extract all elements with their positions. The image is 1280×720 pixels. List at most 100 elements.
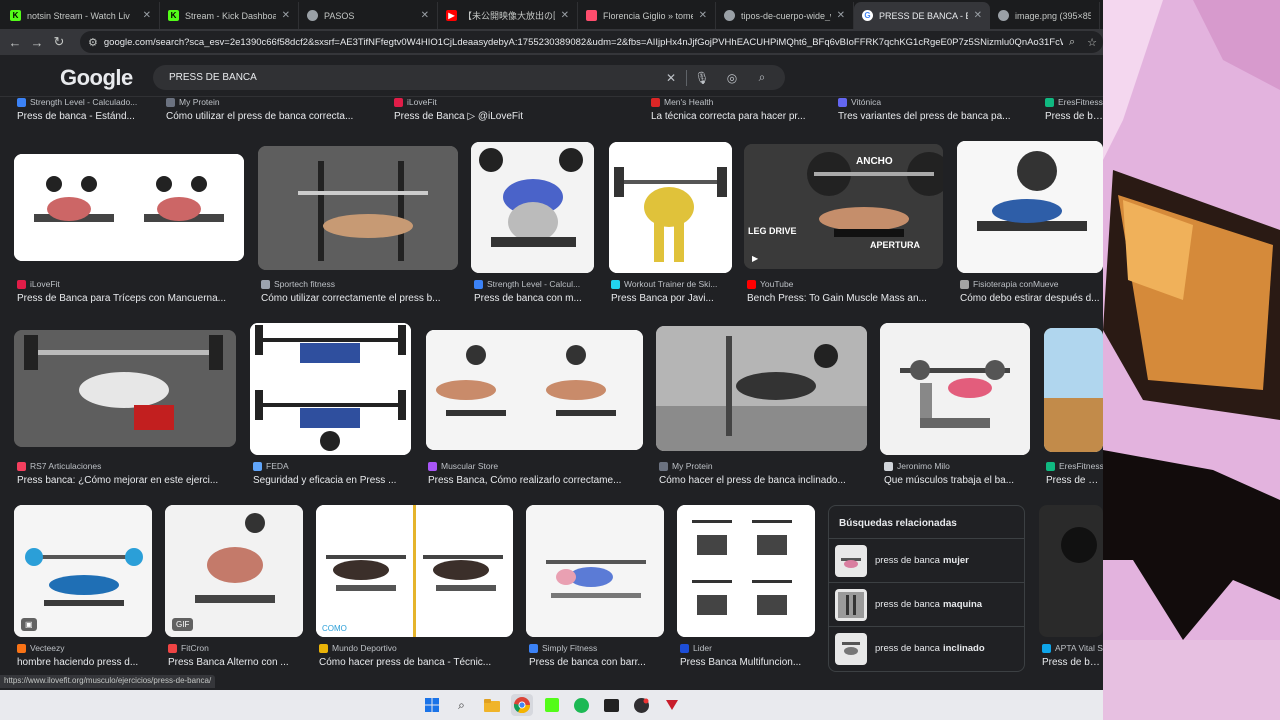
favicon-icon <box>651 97 660 107</box>
search-input[interactable]: PRESS DE BANCA <box>169 72 656 83</box>
result-image[interactable] <box>677 505 815 637</box>
google-logo[interactable]: Google <box>60 65 133 91</box>
google-header: Google PRESS DE BANCA ✕ 🎙 ◎ ⌕ <box>0 55 1103 97</box>
lens-icon[interactable]: ◎ <box>717 71 747 85</box>
status-url: https://www.ilovefit.org/musculo/ejercic… <box>0 675 216 688</box>
tab-kick-dashboard[interactable]: K Stream - Kick Dashboard ✕ <box>160 2 299 29</box>
result-caption[interactable]: Strength Level - Calcul... Press de banca… <box>474 279 596 304</box>
search-icon[interactable]: ⌕ <box>747 70 777 85</box>
result-caption[interactable]: Mundo Deportivo Cómo hacer press de banca… <box>319 643 513 668</box>
result-caption[interactable]: Vecteezy hombre haciendo press d... <box>17 643 152 668</box>
result-image[interactable] <box>526 505 664 637</box>
reload-icon[interactable]: ↻ <box>48 34 70 50</box>
result-caption[interactable]: My Protein Cómo hacer el press de banca i… <box>659 461 867 486</box>
related-search-maquina[interactable]: press de banca maquina <box>829 582 1024 626</box>
result-image[interactable]: ANCHO LEG DRIVE APERTURA ▶ <box>744 144 943 269</box>
favicon-icon <box>838 97 847 107</box>
microphone-icon[interactable]: 🎙 <box>687 71 717 85</box>
tab-florencia[interactable]: Florencia Giglio » tomeor✕ <box>578 2 716 29</box>
result-image[interactable] <box>880 323 1030 455</box>
result-caption[interactable]: EresFitness Press de ba... <box>1045 97 1103 122</box>
result-image[interactable] <box>250 323 411 455</box>
result-image[interactable] <box>471 142 594 273</box>
file-explorer-icon[interactable] <box>481 694 503 716</box>
zoom-icon[interactable]: ⌕ <box>1069 36 1075 49</box>
close-icon[interactable]: ✕ <box>421 10 429 21</box>
result-caption[interactable]: iLoveFit Press de Banca para Tríceps con … <box>17 279 247 304</box>
tab-image-png[interactable]: image.png (395×855) <box>990 2 1100 29</box>
result-image[interactable]: GIF <box>165 505 303 637</box>
result-image[interactable]: ▣ <box>14 505 152 637</box>
result-image[interactable] <box>957 141 1103 273</box>
favicon-icon <box>166 97 175 107</box>
result-image[interactable] <box>426 330 643 450</box>
close-icon[interactable]: ✕ <box>837 10 845 21</box>
search-box[interactable]: PRESS DE BANCA ✕ 🎙 ◎ ⌕ <box>153 65 785 90</box>
clear-icon[interactable]: ✕ <box>656 71 686 85</box>
result-caption[interactable]: FEDA Seguridad y eficacia en Press ... <box>253 461 411 486</box>
favicon-icon <box>884 461 893 471</box>
result-image[interactable] <box>258 146 458 270</box>
close-icon[interactable]: ✕ <box>699 10 707 21</box>
result-caption[interactable]: Jeronimo Milo Que músculos trabaja el ba.… <box>884 461 1030 486</box>
result-caption[interactable]: iLoveFit Press de Banca ▷ @iLoveFit <box>394 97 639 122</box>
tab-tipos-cuerpo[interactable]: tipos-de-cuerpo-wide_wo✕ <box>716 2 854 29</box>
image-label-apertura: APERTURA <box>870 240 921 250</box>
favicon-icon <box>474 279 483 289</box>
close-icon[interactable]: ✕ <box>561 10 569 21</box>
result-caption[interactable]: Fisioterapia conMueve Cómo debo estirar d… <box>960 279 1103 304</box>
favicon-icon <box>960 279 969 289</box>
tab-press-de-banca[interactable]: GPRESS DE BANCA - Buscar✕ <box>854 2 990 29</box>
related-search-inclinado[interactable]: press de banca inclinado <box>829 626 1024 670</box>
favicon-icon <box>529 643 538 653</box>
result-image[interactable] <box>1044 328 1103 452</box>
favicon-icon <box>680 643 689 653</box>
terminal-icon[interactable] <box>601 694 623 716</box>
tab-pasos[interactable]: PASOS ✕ <box>299 2 438 29</box>
kick-icon[interactable] <box>541 694 563 716</box>
favicon-icon <box>747 279 756 289</box>
result-image[interactable] <box>1039 505 1103 637</box>
result-caption[interactable]: Vitónica Tres variantes del press de banc… <box>838 97 1033 122</box>
favicon-icon <box>428 461 437 471</box>
close-icon[interactable]: ✕ <box>143 10 151 21</box>
result-caption[interactable]: Men's Health La técnica correcta para hac… <box>651 97 826 122</box>
site-settings-icon[interactable]: ⚙ <box>88 36 98 49</box>
bookmark-star-icon[interactable]: ☆ <box>1087 36 1097 49</box>
forward-arrow-icon[interactable]: → <box>26 35 48 50</box>
result-caption[interactable]: APTA Vital S...Press de ban... <box>1042 643 1103 668</box>
google-icon: G <box>862 10 873 21</box>
result-image[interactable] <box>656 326 867 451</box>
app-icon[interactable] <box>661 694 683 716</box>
result-image[interactable]: COMO <box>316 505 513 637</box>
result-caption[interactable]: Sportech fitness Cómo utilizar correctame… <box>261 279 457 304</box>
obs-icon[interactable] <box>631 694 653 716</box>
gif-badge: GIF <box>172 618 194 631</box>
result-caption[interactable]: FitCron Press Banca Alterno con ... <box>168 643 303 668</box>
close-icon[interactable]: ✕ <box>282 10 290 21</box>
windows-start-icon[interactable] <box>421 694 443 716</box>
result-caption[interactable]: Strength Level - Calculado... Press de ba… <box>17 97 157 122</box>
taskbar: ⌕ <box>0 690 1103 720</box>
result-caption[interactable]: RS7 Articulaciones Press banca: ¿Cómo mej… <box>17 461 235 486</box>
back-arrow-icon[interactable]: ← <box>4 35 26 50</box>
search-icon[interactable]: ⌕ <box>451 694 473 716</box>
result-caption[interactable]: EresFitness Press de ba... <box>1046 461 1103 486</box>
tab-youtube[interactable]: ▶【未公開映像大放出の回】#D✕ <box>438 2 578 29</box>
close-icon[interactable]: ✕ <box>974 10 982 21</box>
result-caption[interactable]: Workout Trainer de Ski... Press Banca por… <box>611 279 733 304</box>
address-bar[interactable]: ⚙ google.com/search?sca_esv=2e1390c66f58… <box>80 31 1103 53</box>
chrome-icon[interactable] <box>510 694 533 716</box>
result-image[interactable] <box>14 154 244 261</box>
tab-kick-stream[interactable]: Knotsin Stream - Watch Liv ✕ <box>2 2 160 29</box>
spotify-icon[interactable] <box>571 694 593 716</box>
result-caption[interactable]: Muscular Store Press Banca, Cómo realizar… <box>428 461 643 486</box>
result-image[interactable] <box>14 330 236 447</box>
result-caption[interactable]: Simply Fitness Press de banca con barr... <box>529 643 664 668</box>
result-caption[interactable]: Lider Press Banca Multifuncion... <box>680 643 815 668</box>
related-search-mujer[interactable]: press de banca mujer <box>829 538 1024 582</box>
result-caption[interactable]: YouTube Bench Press: To Gain Muscle Mass … <box>747 279 943 304</box>
result-caption[interactable]: My Protein Cómo utilizar el press de banc… <box>166 97 381 122</box>
result-image[interactable] <box>609 142 732 273</box>
favicon-icon <box>1046 461 1055 471</box>
